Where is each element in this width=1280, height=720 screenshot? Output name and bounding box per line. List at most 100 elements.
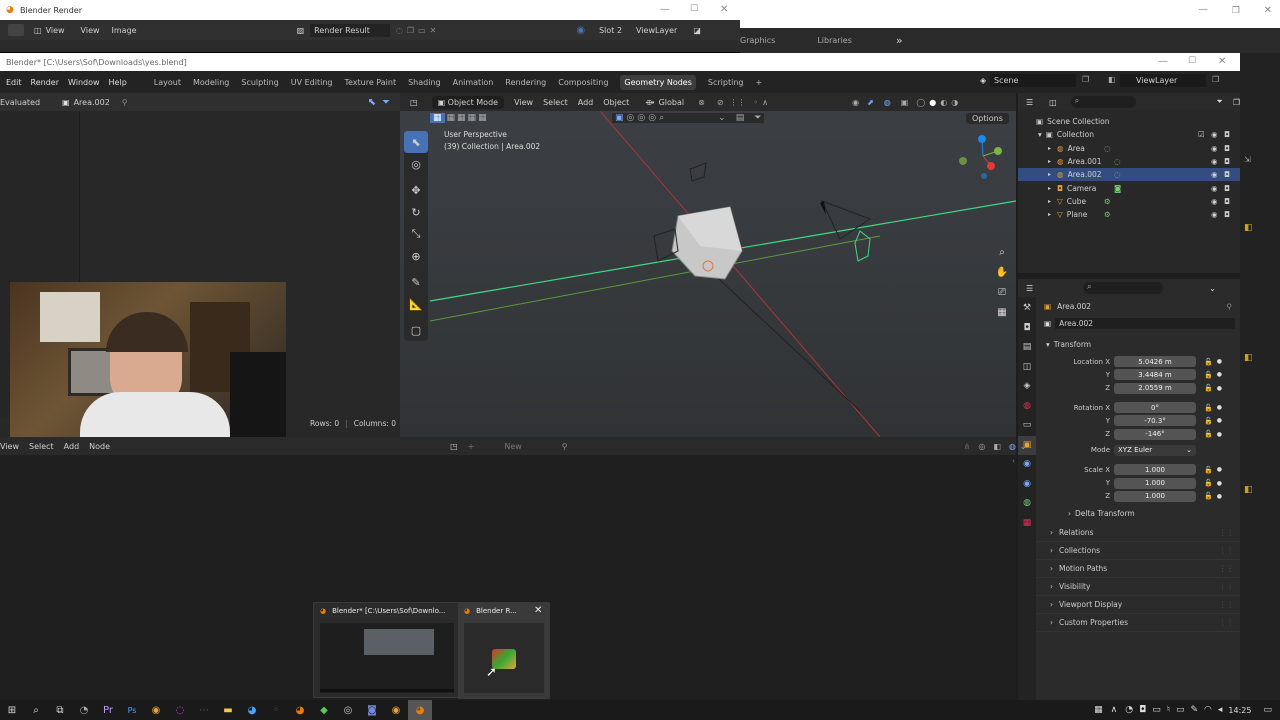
outliner-row-area-002[interactable]: ▸ ◍ Area.002 ◌ ◉ ◘ [1018, 168, 1240, 182]
new-viewlayer-icon[interactable]: ❐ [1212, 75, 1219, 84]
volume-icon[interactable]: ◂ [1218, 705, 1223, 715]
keyframe-dot-icon[interactable]: ● [1217, 480, 1222, 487]
lock-icon[interactable]: 🔓 [1204, 479, 1213, 487]
scene-selector[interactable]: Scene [990, 74, 1076, 87]
pivot-icon[interactable]: ⊗ [698, 98, 705, 107]
menu-edit[interactable]: Edit [6, 78, 22, 87]
scene-tab-icon[interactable]: ◈ [1018, 377, 1036, 397]
node-menu-node[interactable]: Node [89, 442, 110, 451]
close-icon[interactable]: ✕ [1264, 5, 1272, 16]
overlay-dropdown-icon[interactable]: ⌄ [1020, 442, 1027, 451]
menu-view-1[interactable]: View [46, 26, 65, 35]
blender-active-icon[interactable]: ◕ [408, 700, 432, 720]
physics-tab-icon[interactable]: ◉ [1018, 475, 1036, 495]
light-data-icon[interactable]: ◌ [1104, 144, 1111, 153]
rotation-y-field[interactable]: -70.3° [1114, 415, 1196, 427]
drag-handle-icon[interactable]: ⋮⋮ [1219, 600, 1234, 609]
camera-icon[interactable]: ◘ [1224, 184, 1230, 193]
wireframe-shading-icon[interactable]: ◯ [916, 98, 925, 107]
collapse-icon[interactable]: ▸ [1048, 145, 1051, 152]
eye-icon[interactable]: ◉ [1211, 210, 1218, 219]
panel-motion-paths[interactable]: › Motion Paths ⋮⋮ [1036, 560, 1240, 578]
lock-icon[interactable]: 🔓 [1204, 430, 1213, 438]
node-menu-add[interactable]: Add [64, 442, 80, 451]
close-icon[interactable]: ✕ [720, 4, 728, 15]
delta-transform-header[interactable]: › Delta Transform [1036, 506, 1240, 522]
app-icon-7[interactable]: ◎ [336, 700, 360, 720]
keyframe-dot-icon[interactable]: ● [1217, 371, 1222, 378]
mic-icon[interactable]: ♮ [1167, 705, 1170, 715]
new-scene-icon[interactable]: ❐ [1082, 75, 1089, 84]
camera-icon[interactable]: ◘ [1224, 157, 1230, 166]
light-data-icon[interactable]: ◌ [1114, 157, 1121, 166]
discord-icon[interactable]: ◙ [360, 700, 384, 720]
location-z-field[interactable]: 2.0559 m [1114, 382, 1196, 394]
panel-collections[interactable]: › Collections ⋮⋮ [1036, 542, 1240, 560]
chrome-icon[interactable]: ◉ [144, 700, 168, 720]
tray-icon-1[interactable]: ▦ [1094, 705, 1103, 715]
tab-geometry-nodes[interactable]: Geometry Nodes [620, 74, 696, 90]
sidebar-toggle-icon[interactable]: ‹ [1012, 457, 1015, 465]
tab-libraries[interactable]: Libraries [817, 36, 852, 45]
tab-graphics[interactable]: Graphics [740, 36, 775, 45]
outliner-row-plane[interactable]: ▸ ▽ Plane ⚙ ◉ ◘ [1018, 208, 1240, 221]
texture-tab-icon[interactable]: ▦ [1018, 514, 1036, 534]
location-x-field[interactable]: 5.0426 m [1114, 356, 1196, 368]
navigation-gizmo[interactable] [958, 131, 1008, 181]
gizmo-icon[interactable]: ⬈ [867, 98, 874, 107]
rendered-shading-icon[interactable]: ◑ [951, 98, 958, 107]
lock-icon[interactable]: 🔓 [1204, 384, 1213, 392]
tab-compositing[interactable]: Compositing [558, 78, 608, 87]
app-icon-2[interactable]: ◌ [168, 700, 192, 720]
mode-selector[interactable]: ▣ Object Mode [431, 95, 505, 109]
checkbox-icon[interactable]: ☑ [1198, 130, 1205, 139]
collection-tab-icon[interactable]: ▭ [1018, 416, 1036, 436]
app-icon-1[interactable]: ◔ [72, 700, 96, 720]
layer-select[interactable]: ViewLayer [636, 26, 677, 35]
app-icon-5[interactable]: ◦ [264, 700, 288, 720]
more-tabs-button[interactable]: » [896, 34, 903, 47]
network-icon[interactable]: ▭ [1176, 705, 1185, 715]
keyframe-dot-icon[interactable]: ● [1217, 404, 1222, 411]
collapse-icon[interactable]: ▸ [1048, 211, 1051, 218]
light-data-icon[interactable]: ◌ [1114, 170, 1121, 179]
filter-icon[interactable]: ⏷ [1216, 97, 1222, 107]
collapse-icon[interactable]: ▸ [1048, 198, 1051, 205]
tray-expand-icon[interactable]: ∧ [1111, 705, 1118, 715]
drag-handle-icon[interactable]: ⋮⋮ [1219, 618, 1234, 627]
display-mode-icon[interactable]: ◫ [1049, 98, 1057, 107]
output-tab-icon[interactable]: ▤ [1018, 338, 1036, 358]
pin-icon[interactable]: ⚲ [562, 442, 568, 451]
tab-scripting[interactable]: Scripting [708, 78, 744, 87]
new-button[interactable]: New [504, 442, 521, 451]
menu-image[interactable]: Image [112, 26, 137, 35]
tab-shading[interactable]: Shading [408, 78, 441, 87]
pan-hand-icon[interactable]: ✋ [994, 263, 1010, 283]
menu-help[interactable]: Help [109, 78, 127, 87]
new-node-tree-icon[interactable]: + [468, 442, 475, 451]
rotation-z-field[interactable]: -146° [1114, 428, 1196, 440]
zoom-icon[interactable]: ⌕ [994, 243, 1010, 263]
visibility-icon[interactable]: ◉ [852, 98, 859, 107]
eye-icon[interactable]: ◉ [1211, 170, 1218, 179]
drag-handle-icon[interactable]: ⋮⋮ [1219, 582, 1234, 591]
tray-icon-4[interactable]: ▭ [1152, 705, 1161, 715]
overlay-icon[interactable]: ◉ [576, 25, 585, 36]
panel-visibility[interactable]: › Visibility ⋮⋮ [1036, 578, 1240, 596]
notification-icon[interactable]: ▭ [1263, 705, 1272, 715]
eye-icon[interactable]: ◉ [1211, 130, 1218, 139]
camera-icon[interactable]: ◘ [1224, 210, 1230, 219]
select-filter-icon[interactable]: ⬉ [368, 97, 376, 108]
panel-custom-properties[interactable]: › Custom Properties ⋮⋮ [1036, 614, 1240, 632]
snap-icon[interactable]: ⋔ [964, 442, 971, 451]
tab-texture-paint[interactable]: Texture Paint [344, 78, 396, 87]
open-icon[interactable]: ▭ [418, 26, 426, 35]
start-icon[interactable]: ⊞ [0, 700, 24, 720]
wifi-icon[interactable]: ◠ [1204, 705, 1212, 715]
drag-handle-icon[interactable]: ⋮⋮ [1219, 564, 1234, 573]
options-dropdown-icon[interactable]: ⌄ [1209, 284, 1216, 293]
task-view-icon[interactable]: ⧉ [48, 700, 72, 720]
viewlayer-selector[interactable]: ViewLayer [1120, 74, 1206, 87]
object-name-field[interactable]: Area.002 [1055, 317, 1236, 329]
keyframe-dot-icon[interactable]: ● [1217, 385, 1222, 392]
